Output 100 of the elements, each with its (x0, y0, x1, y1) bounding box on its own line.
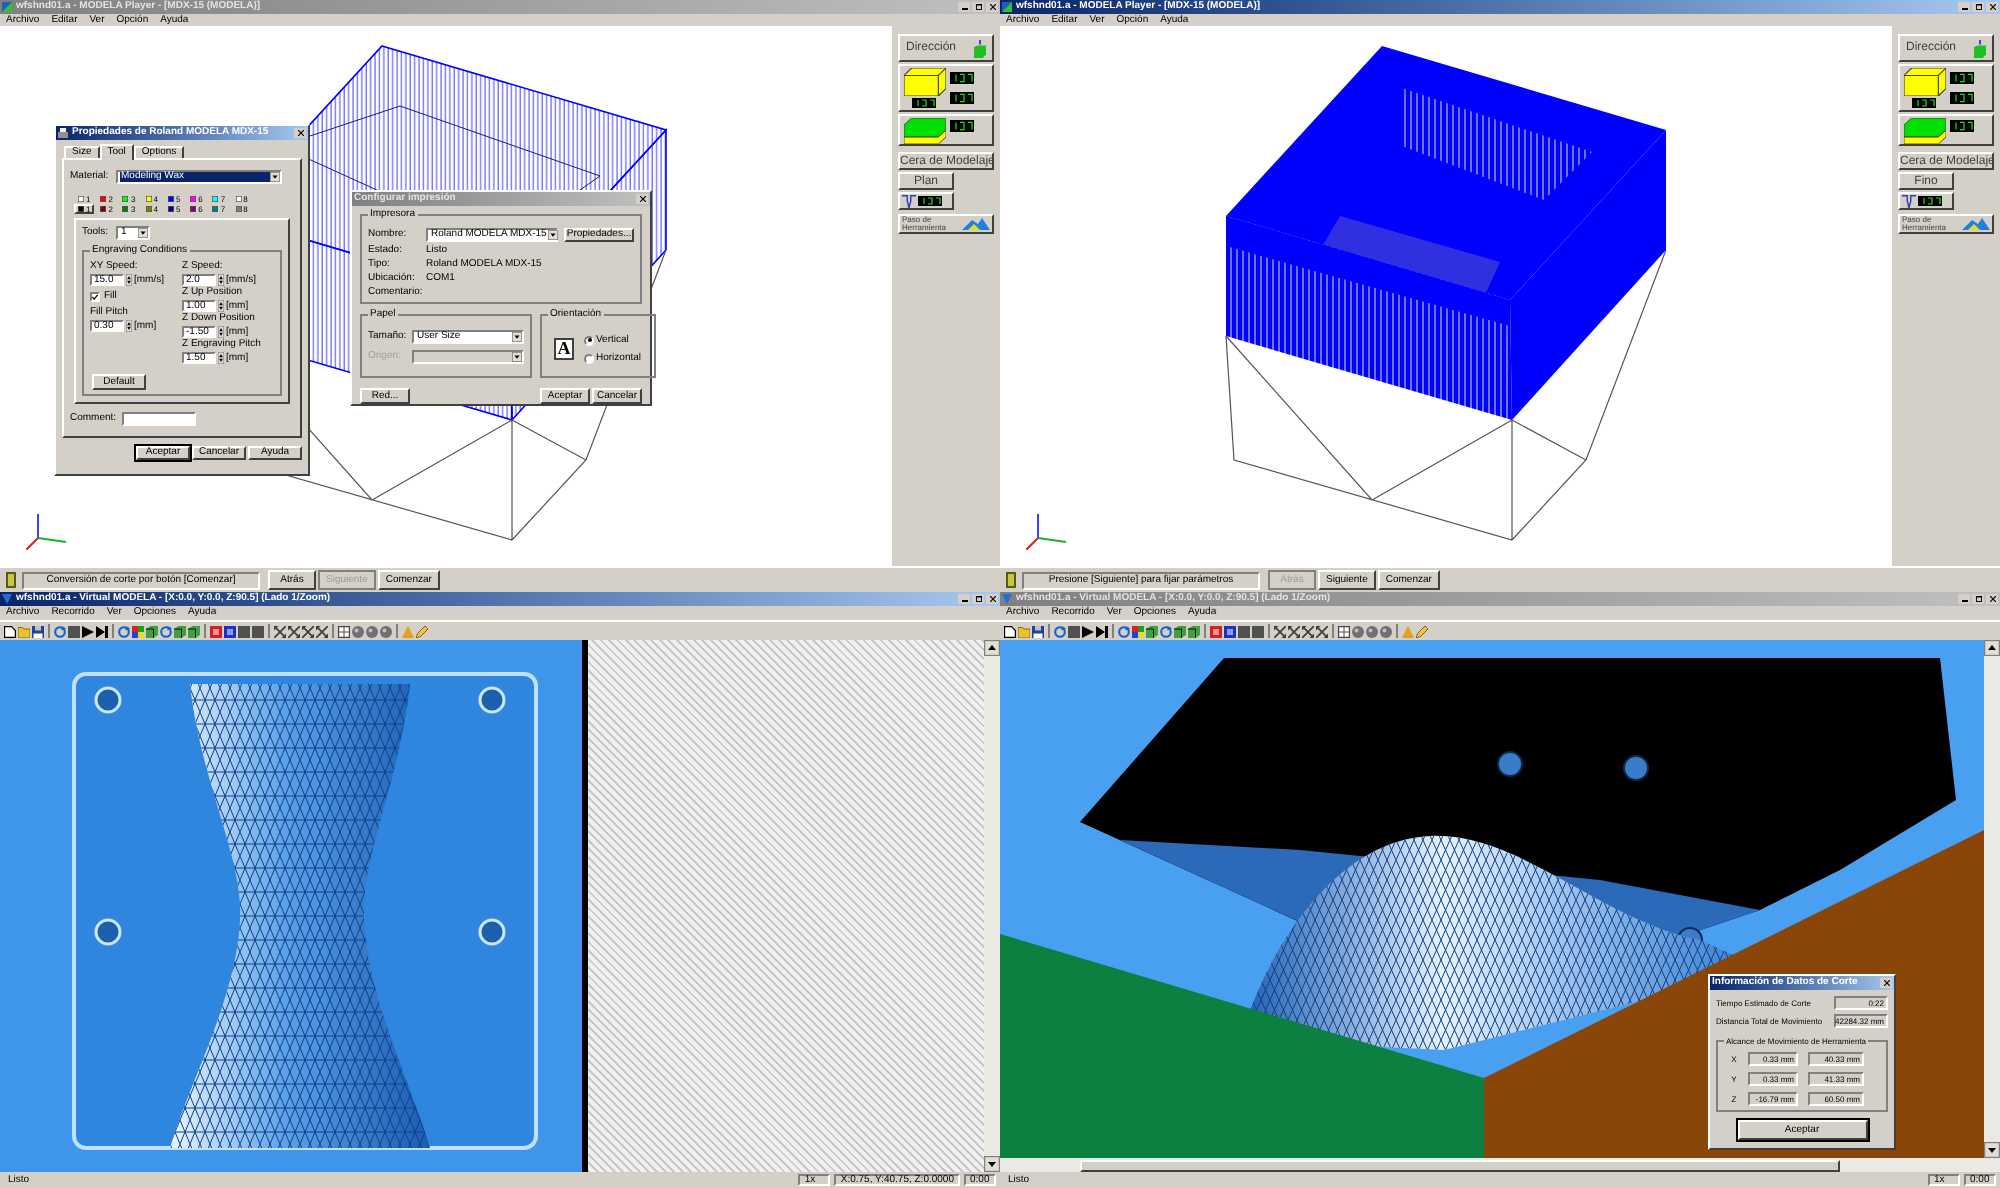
stock-box-icon (1904, 68, 1946, 96)
model-box-icon (904, 117, 946, 143)
maximize-icon (975, 4, 981, 10)
cube-icon[interactable] (1146, 625, 1158, 637)
scroll-up-icon[interactable] (984, 640, 1000, 656)
square-icon[interactable] (1068, 625, 1080, 637)
model-box-icon (1904, 117, 1946, 143)
spinner-icon[interactable] (218, 300, 224, 312)
close-icon (989, 4, 995, 10)
maximize-button[interactable] (1972, 594, 1984, 604)
stock-box-icon (904, 68, 946, 96)
close-icon (1989, 4, 1995, 10)
dropdown-arrow-icon[interactable] (137, 228, 147, 238)
maximize-icon (1975, 4, 1981, 10)
maximize-button[interactable] (972, 594, 984, 604)
tool-bit-icon (1902, 194, 1916, 208)
terrain-icon (962, 218, 990, 230)
radio-button[interactable] (584, 353, 594, 363)
cross-arrows-icon[interactable] (1302, 625, 1314, 637)
close-button[interactable] (294, 128, 306, 138)
cube-icon[interactable] (174, 625, 186, 637)
digital-readout-icon (1912, 98, 1936, 108)
grid-icon[interactable] (1338, 625, 1350, 637)
close-button[interactable] (1880, 978, 1892, 988)
scroll-down-icon[interactable] (984, 1156, 1000, 1172)
cube-icon[interactable] (1174, 625, 1186, 637)
color-blocks-icon[interactable] (1132, 625, 1144, 637)
dropdown-arrow-icon[interactable] (511, 332, 521, 342)
digital-readout-icon (918, 196, 942, 206)
minimize-button[interactable] (1958, 594, 1970, 604)
spinner-icon[interactable] (218, 352, 224, 364)
cross-arrows-icon[interactable] (1274, 625, 1286, 637)
square-icon[interactable] (68, 625, 80, 637)
maximize-button[interactable] (972, 2, 984, 12)
digital-readout-icon (1918, 196, 1942, 206)
spinner-icon[interactable] (218, 274, 224, 286)
digital-readout-icon (950, 120, 974, 132)
spinner-icon[interactable] (218, 326, 224, 338)
cross-arrows-icon[interactable] (274, 625, 286, 637)
close-button[interactable] (986, 2, 998, 12)
digital-readout-icon (1950, 92, 1974, 104)
step-icon[interactable] (1096, 625, 1108, 637)
cube-icon[interactable] (188, 625, 200, 637)
close-icon (1883, 980, 1889, 986)
digital-readout-icon (912, 98, 936, 108)
terrain-icon (1962, 218, 1990, 230)
door-icon (6, 572, 16, 588)
cross-arrows-icon[interactable] (288, 625, 300, 637)
radio-button[interactable] (584, 335, 594, 345)
orientation-preview: A (554, 338, 574, 360)
cross-arrows-icon[interactable] (302, 625, 314, 637)
minimize-icon (1961, 8, 1967, 10)
app-icon (2, 2, 12, 12)
square-icon[interactable] (1238, 625, 1250, 637)
digital-readout-icon (950, 92, 974, 104)
minimize-icon (961, 600, 967, 602)
dropdown-arrow-icon[interactable] (269, 172, 279, 182)
scroll-down-icon[interactable] (1984, 1142, 2000, 1158)
comment-field[interactable] (122, 412, 196, 426)
dropdown-arrow-icon[interactable] (548, 230, 559, 240)
color-blocks-icon[interactable] (132, 625, 144, 637)
digital-readout-icon (1950, 72, 1974, 84)
minimize-icon (961, 8, 967, 10)
checkbox[interactable] (90, 292, 100, 302)
scroll-up-icon[interactable] (1984, 640, 2000, 656)
square-icon[interactable] (238, 625, 250, 637)
horizontal-scrollbar[interactable] (1000, 1158, 2000, 1172)
digital-readout-icon (1950, 120, 1974, 132)
close-icon (989, 596, 995, 602)
axis-indicator-icon (26, 514, 66, 550)
cross-arrows-icon[interactable] (316, 625, 328, 637)
grid-icon[interactable] (338, 625, 350, 637)
cross-arrows-icon[interactable] (1288, 625, 1300, 637)
cross-arrows-icon[interactable] (1316, 625, 1328, 637)
cube-icon (974, 39, 986, 57)
close-icon (297, 130, 303, 136)
close-icon (1989, 596, 1995, 602)
scroll-thumb[interactable] (1080, 1159, 1840, 1171)
vertical-scrollbar[interactable] (1984, 640, 2000, 1158)
save-icon[interactable] (1032, 625, 1044, 637)
close-button[interactable] (636, 194, 648, 204)
minimize-button[interactable] (958, 594, 970, 604)
step-icon[interactable] (96, 625, 108, 637)
vertical-scrollbar[interactable] (984, 640, 1000, 1172)
minimize-button[interactable] (958, 2, 970, 12)
close-button[interactable] (1986, 2, 1998, 12)
door-icon (1006, 572, 1016, 588)
square-icon[interactable] (1252, 625, 1264, 637)
maximize-button[interactable] (1972, 2, 1984, 12)
spinner-icon[interactable] (126, 274, 132, 286)
close-button[interactable] (1986, 594, 1998, 604)
minimize-icon (1961, 600, 1967, 602)
minimize-button[interactable] (1958, 2, 1970, 12)
cube-icon[interactable] (146, 625, 158, 637)
axis-indicator-icon (1026, 514, 1066, 550)
cube-icon[interactable] (1188, 625, 1200, 637)
square-icon[interactable] (252, 625, 264, 637)
close-button[interactable] (986, 594, 998, 604)
save-icon[interactable] (32, 625, 44, 637)
spinner-icon[interactable] (126, 320, 132, 332)
